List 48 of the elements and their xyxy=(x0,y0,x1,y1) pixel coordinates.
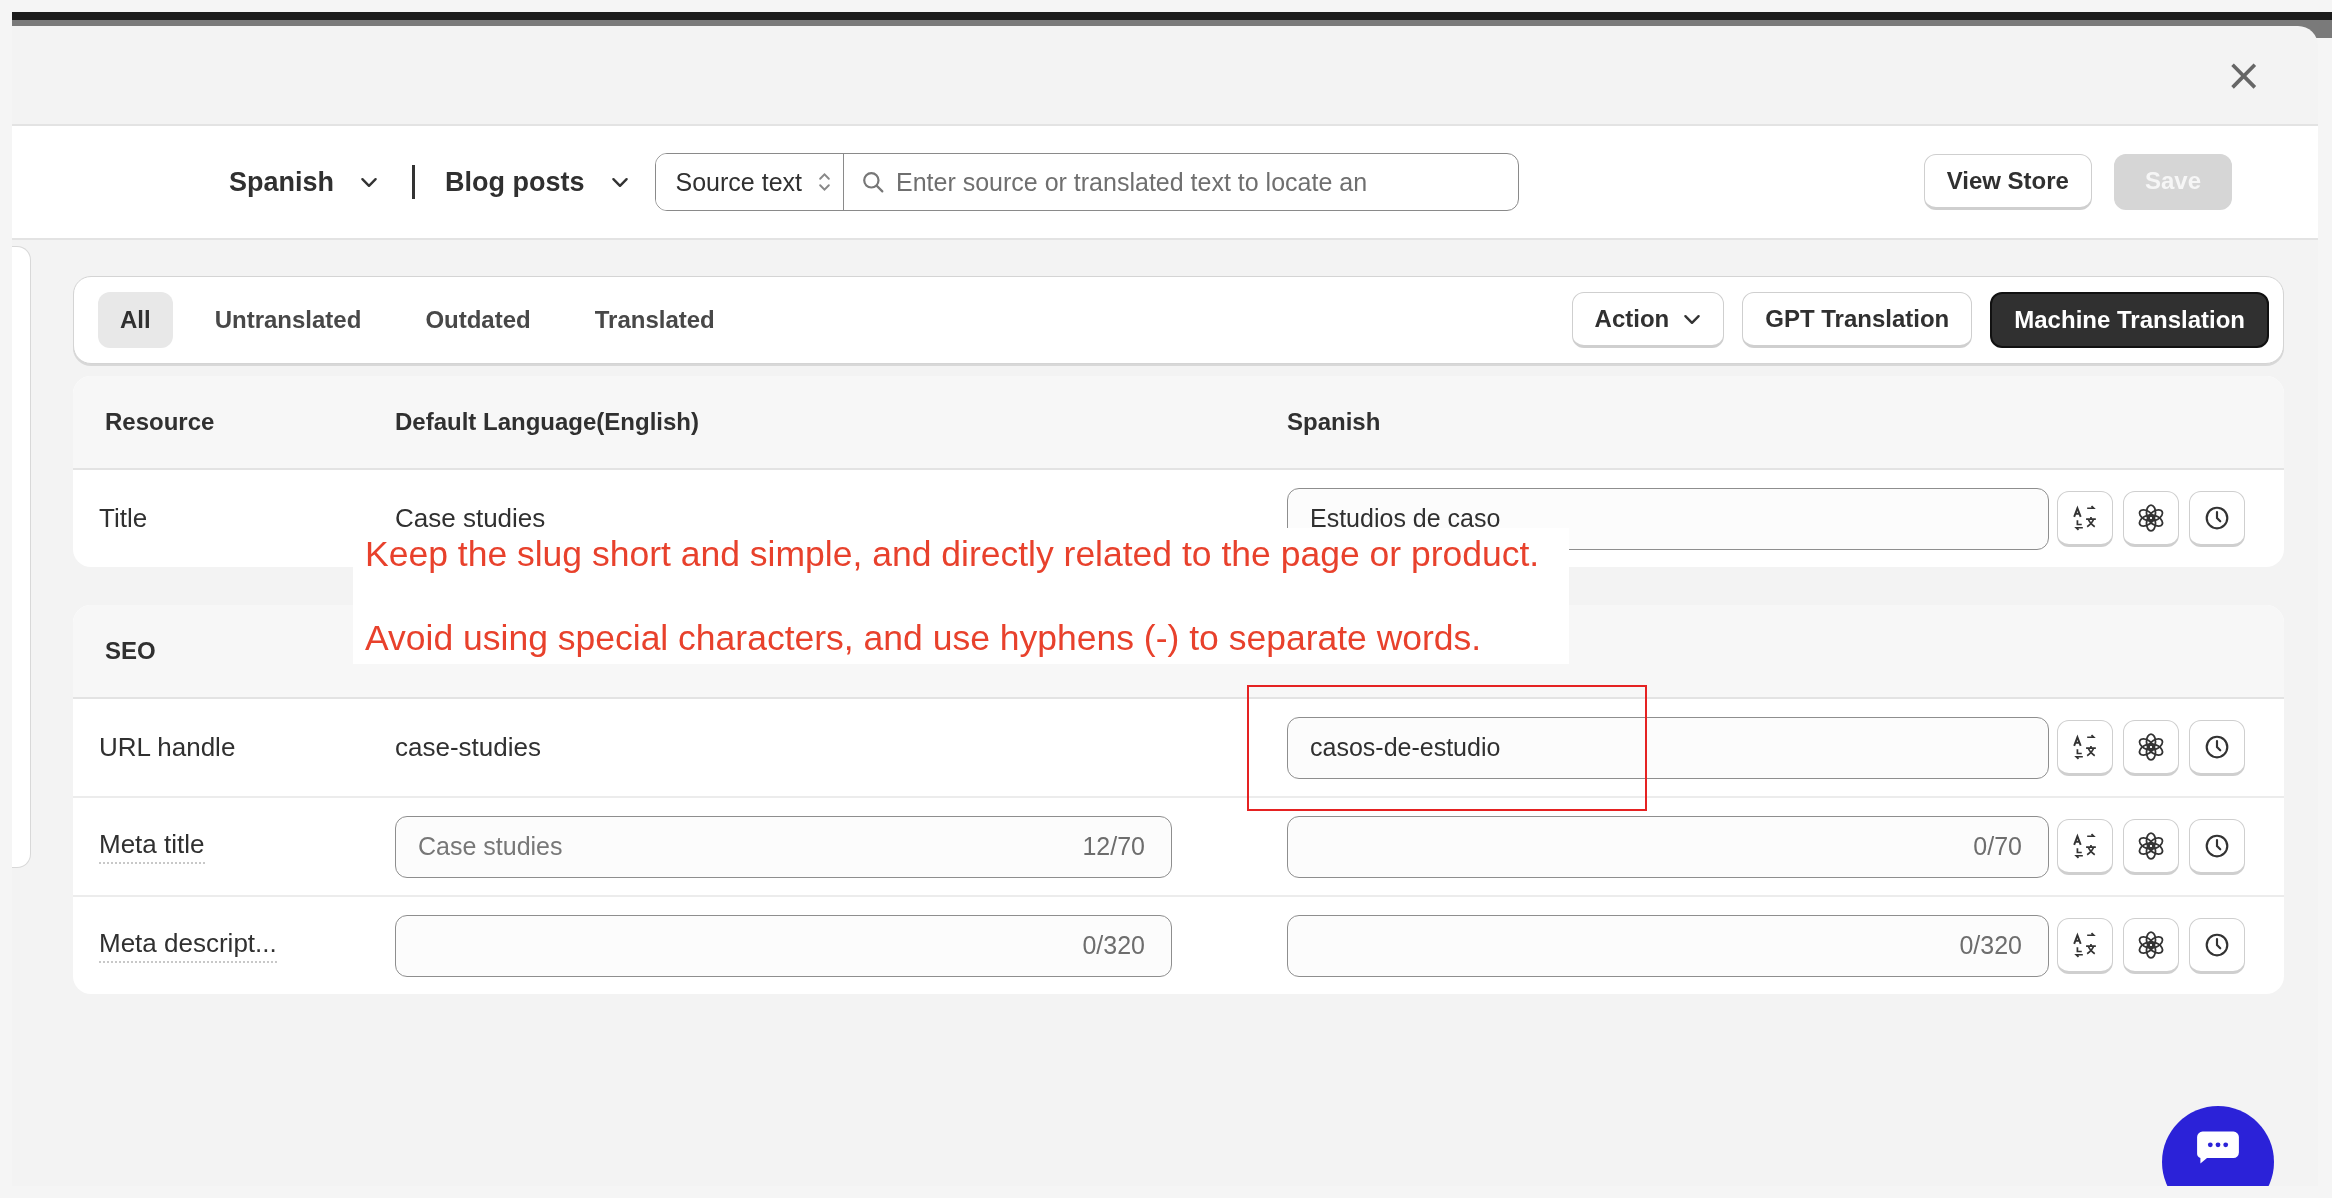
view-store-button[interactable]: View Store xyxy=(1923,154,2092,210)
action-dropdown[interactable]: Action xyxy=(1571,292,1725,348)
section-header: SEO xyxy=(105,637,156,665)
chat-icon xyxy=(2196,1129,2240,1165)
clock-icon[interactable] xyxy=(2189,719,2245,776)
clock-icon[interactable] xyxy=(2189,917,2245,974)
translation-field[interactable]: casos-de-estudio xyxy=(1287,716,2049,779)
chevron-down-icon xyxy=(360,176,379,188)
filter-tab[interactable]: Translated xyxy=(572,292,737,348)
search-mode-select[interactable]: Source text xyxy=(655,154,844,210)
translate-icon[interactable] xyxy=(2057,917,2113,974)
close-button[interactable]: × xyxy=(2219,53,2268,97)
search-icon xyxy=(862,171,884,193)
column-header: Resource xyxy=(105,408,215,436)
row-label: Meta title xyxy=(99,829,205,864)
sort-arrows-icon xyxy=(818,171,831,193)
source-text: Case studies xyxy=(395,503,546,534)
knot-icon[interactable] xyxy=(2123,917,2179,974)
filter-tab[interactable]: All xyxy=(98,292,173,348)
knot-icon[interactable] xyxy=(2123,719,2179,776)
row-label: Meta descript... xyxy=(99,928,277,963)
translation-field[interactable]: 0/320 xyxy=(1287,914,2049,977)
source-text: case-studies xyxy=(395,732,541,763)
language-dropdown[interactable]: Spanish xyxy=(229,166,379,198)
filter-tab[interactable]: Outdated xyxy=(403,292,553,348)
gpt-translation-button[interactable]: GPT Translation xyxy=(1742,292,1973,348)
chat-button[interactable] xyxy=(2162,1106,2274,1186)
resource-dropdown[interactable]: Blog posts xyxy=(445,166,629,198)
clock-icon[interactable] xyxy=(2189,818,2245,875)
clock-icon[interactable] xyxy=(2189,490,2245,547)
machine-translation-button[interactable]: Machine Translation xyxy=(1990,292,2269,348)
column-header: Spanish xyxy=(1287,408,1381,436)
source-field[interactable]: 0/320 xyxy=(395,914,1172,977)
source-field[interactable]: Case studies 12/70 xyxy=(395,815,1172,878)
chevron-down-icon xyxy=(1683,313,1702,325)
filter-tab[interactable]: Untranslated xyxy=(192,292,384,348)
row-label: URL handle xyxy=(99,732,236,763)
knot-icon[interactable] xyxy=(2123,818,2179,875)
translate-icon[interactable] xyxy=(2057,490,2113,547)
annotation-text: Avoid using special characters, and use hyphens (-) to separate words. xyxy=(365,618,1483,658)
translate-icon[interactable] xyxy=(2057,719,2113,776)
chevron-down-icon xyxy=(610,176,629,188)
search-field[interactable]: Source text Enter source or translated text to locate an xyxy=(654,153,1519,211)
column-header: Default Language(English) xyxy=(395,408,699,436)
translation-field[interactable]: 0/70 xyxy=(1287,815,2049,878)
translate-icon[interactable] xyxy=(2057,818,2113,875)
knot-icon[interactable] xyxy=(2123,490,2179,547)
row-label: Title xyxy=(99,503,148,534)
